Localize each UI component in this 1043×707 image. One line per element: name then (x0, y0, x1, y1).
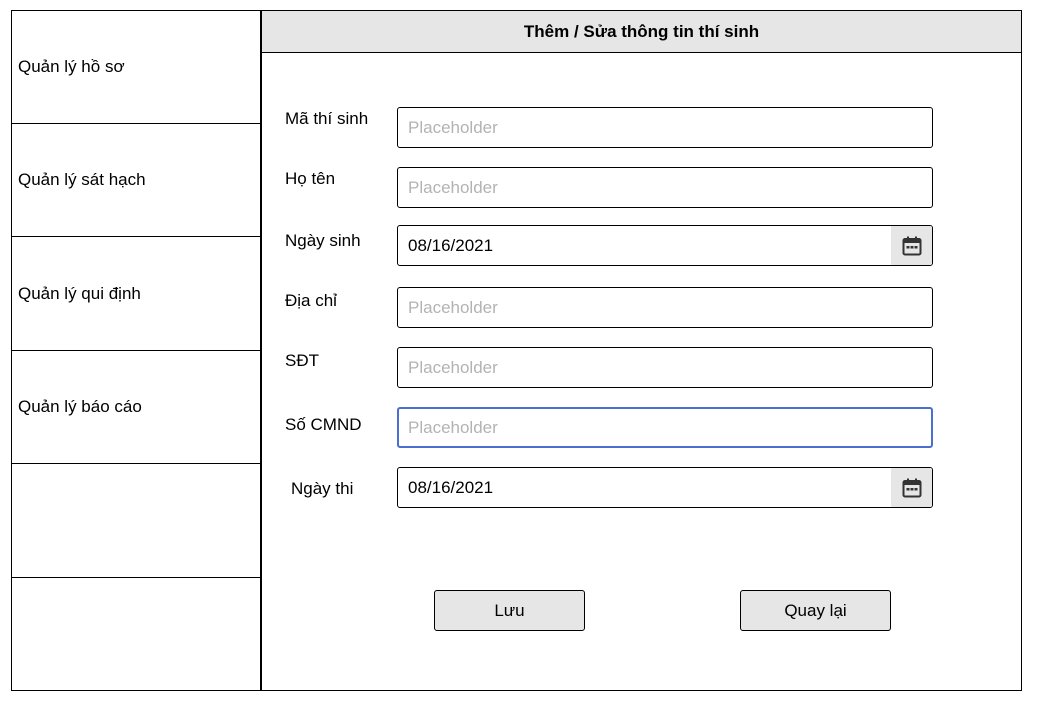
sidebar-item-label: Quản lý báo cáo (18, 397, 142, 416)
calendar-icon (902, 236, 921, 255)
ngay-thi-label: Ngày thi (291, 479, 354, 498)
sdt-label: SĐT (285, 351, 319, 370)
save-button[interactable]: Lưu (434, 590, 585, 631)
ho-ten-label: Họ tên (285, 169, 336, 188)
ngay-thi-date-input[interactable]: 08/16/2021 (397, 467, 933, 508)
sdt-input[interactable] (397, 347, 933, 388)
ngay-thi-date-picker-button[interactable] (891, 468, 932, 507)
ma-thi-sinh-input[interactable] (397, 107, 933, 148)
sidebar-item-sat-hach[interactable]: Quản lý sát hạch (11, 124, 261, 237)
sidebar-item-empty-1[interactable] (11, 464, 261, 578)
sidebar-item-label: Quản lý hồ sơ (18, 57, 125, 76)
sidebar: Quản lý hồ sơ Quản lý sát hạch Quản lý q… (11, 10, 261, 691)
ngay-thi-value: 08/16/2021 (408, 478, 494, 497)
ngay-sinh-date-picker-button[interactable] (891, 226, 932, 265)
ngay-sinh-label: Ngày sinh (285, 231, 361, 250)
form-header: Thêm / Sửa thông tin thí sinh (262, 11, 1021, 53)
calendar-icon (902, 478, 921, 497)
page-title: Thêm / Sửa thông tin thí sinh (523, 21, 760, 41)
candidate-form-panel: Thêm / Sửa thông tin thí sinh Mã thí sin… (261, 10, 1022, 691)
dia-chi-input[interactable] (397, 287, 933, 328)
ngay-sinh-value: 08/16/2021 (408, 236, 494, 255)
ngay-sinh-date-input[interactable]: 08/16/2021 (397, 225, 933, 266)
sidebar-item-label: Quản lý sát hạch (18, 170, 146, 189)
back-button[interactable]: Quay lại (740, 590, 891, 631)
dia-chi-label: Địa chỉ (285, 291, 337, 310)
sidebar-item-qui-dinh[interactable]: Quản lý qui định (11, 237, 261, 351)
sidebar-item-empty-2[interactable] (11, 578, 261, 691)
so-cmnd-label: Số CMND (285, 415, 362, 434)
sidebar-item-ho-so[interactable]: Quản lý hồ sơ (11, 10, 261, 124)
sidebar-item-label: Quản lý qui định (18, 283, 141, 303)
so-cmnd-input[interactable] (397, 407, 933, 448)
ho-ten-input[interactable] (397, 167, 933, 208)
ma-thi-sinh-label: Mã thí sinh (285, 109, 369, 128)
sidebar-item-bao-cao[interactable]: Quản lý báo cáo (11, 351, 261, 464)
